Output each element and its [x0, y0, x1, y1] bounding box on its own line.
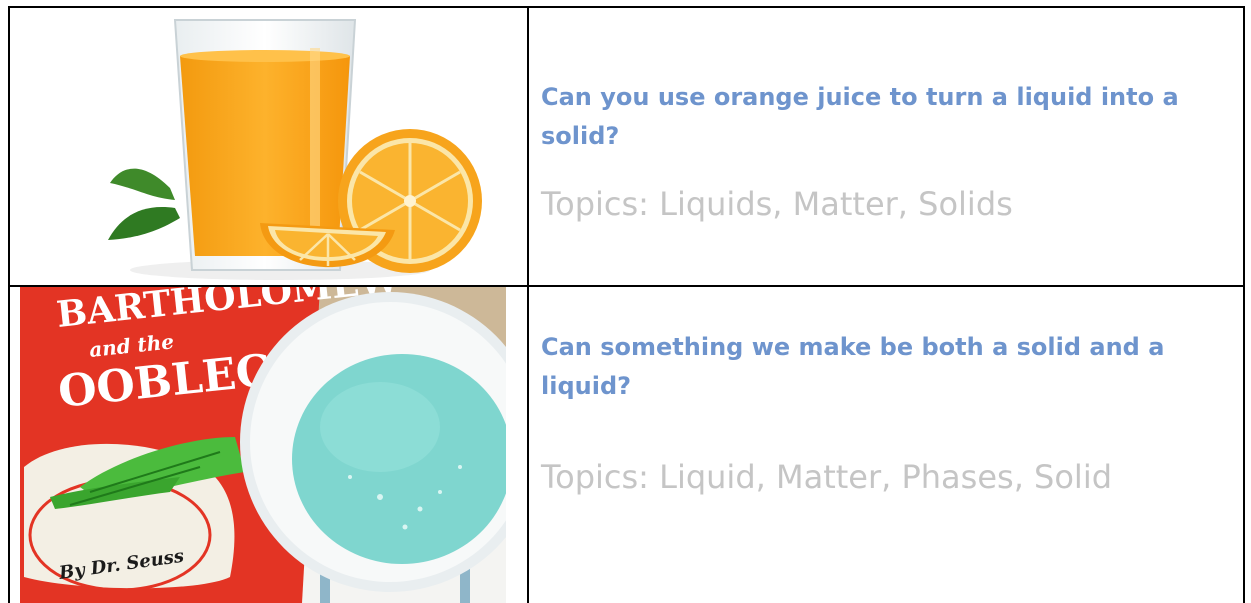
activity-cell-2: Can something we make be both a solid an… — [541, 287, 1231, 603]
orange-juice-illustration — [108, 19, 482, 280]
activity-topics: Topics: Liquids, Matter, Solids — [541, 185, 1013, 223]
activity-question-link[interactable]: Can you use orange juice to turn a liqui… — [541, 78, 1221, 156]
oobleck-illustration: BARTHOLOMEW and the OOBLECK By Dr. Seuss — [20, 287, 506, 603]
oobleck-bowl-book-image[interactable]: BARTHOLOMEW and the OOBLECK By Dr. Seuss — [20, 287, 506, 603]
activity-question-link[interactable]: Can something we make be both a solid an… — [541, 328, 1221, 406]
table-border-column-divider — [527, 6, 529, 603]
activity-topics: Topics: Liquid, Matter, Phases, Solid — [541, 458, 1113, 496]
activity-cell-1: Can you use orange juice to turn a liqui… — [541, 8, 1231, 285]
table-border-right — [1243, 6, 1245, 603]
activity-table: Can you use orange juice to turn a liqui… — [0, 0, 1251, 603]
orange-juice-glass-image[interactable] — [10, 8, 527, 285]
